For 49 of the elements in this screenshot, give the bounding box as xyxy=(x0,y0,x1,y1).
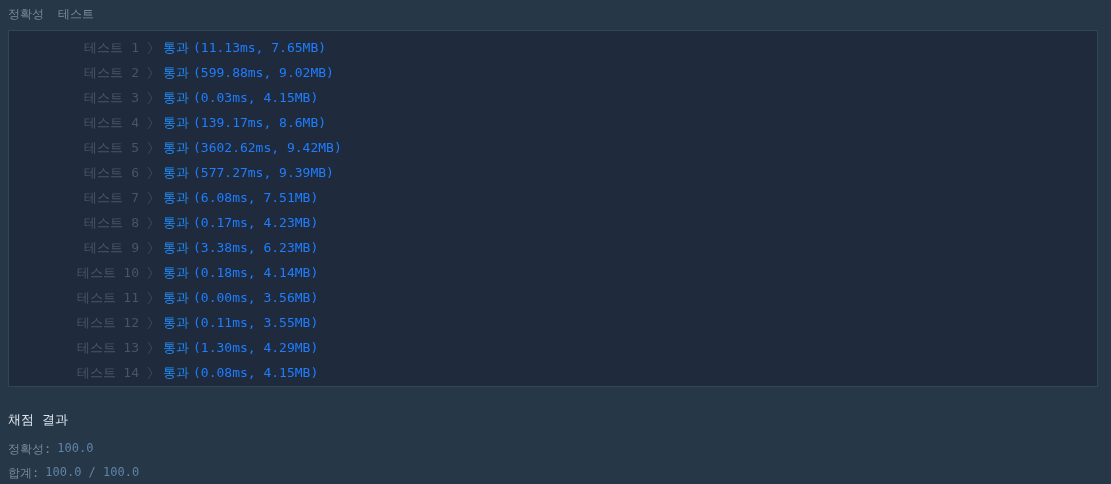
pass-status: 통과 xyxy=(163,263,189,282)
pass-status: 통과 xyxy=(163,138,189,157)
chevron-icon xyxy=(147,240,153,255)
score-label: 정확성: xyxy=(8,441,52,458)
section-label: 테스트 xyxy=(58,6,94,23)
score-value: 100.0 / 100.0 xyxy=(45,465,140,481)
chevron-icon xyxy=(147,90,153,105)
chevron-icon xyxy=(147,365,153,380)
result-title: 채점 결과 xyxy=(8,411,69,429)
pass-status: 통과 xyxy=(163,88,189,107)
chevron-icon xyxy=(147,340,153,355)
score-label: 합계: xyxy=(8,465,40,482)
chevron-icon xyxy=(147,190,153,205)
pass-status: 통과 xyxy=(163,338,189,357)
test-result: (3602.62ms, 9.42MB) xyxy=(193,140,342,155)
pass-status: 통과 xyxy=(163,363,189,382)
test-result: (577.27ms, 9.39MB) xyxy=(193,165,334,180)
chevron-icon xyxy=(147,265,153,280)
chevron-icon xyxy=(147,40,153,55)
test-result: (0.08ms, 4.15MB) xyxy=(193,365,319,380)
test-result: (0.00ms, 3.56MB) xyxy=(193,290,319,305)
test-result: (11.13ms, 7.65MB) xyxy=(193,40,327,55)
pass-status: 통과 xyxy=(163,213,189,232)
score-value: 100.0 xyxy=(57,441,94,457)
pass-status: 통과 xyxy=(163,238,189,257)
test-result: (6.08ms, 7.51MB) xyxy=(193,190,319,205)
test-result: (0.17ms, 4.23MB) xyxy=(193,215,319,230)
test-result: (0.11ms, 3.55MB) xyxy=(193,315,319,330)
test-result: (0.03ms, 4.15MB) xyxy=(193,90,319,105)
pass-status: 통과 xyxy=(163,188,189,207)
section-label: 정확성 xyxy=(8,6,44,23)
pass-status: 통과 xyxy=(163,313,189,332)
pass-status: 통과 xyxy=(163,288,189,307)
pass-status: 통과 xyxy=(163,38,189,57)
test-result: (3.38ms, 6.23MB) xyxy=(193,240,319,255)
test-result: (1.30ms, 4.29MB) xyxy=(193,340,319,355)
pass-status: 통과 xyxy=(163,163,189,182)
pass-status: 통과 xyxy=(163,113,189,132)
chevron-icon xyxy=(147,315,153,330)
chevron-icon xyxy=(147,65,153,80)
test-result: (139.17ms, 8.6MB) xyxy=(193,115,327,130)
test-result: (599.88ms, 9.02MB) xyxy=(193,65,334,80)
chevron-icon xyxy=(147,140,153,155)
chevron-icon xyxy=(147,215,153,230)
chevron-icon xyxy=(147,115,153,130)
chevron-icon xyxy=(147,165,153,180)
pass-status: 통과 xyxy=(163,63,189,82)
test-result: (0.18ms, 4.14MB) xyxy=(193,265,319,280)
chevron-icon xyxy=(147,290,153,305)
